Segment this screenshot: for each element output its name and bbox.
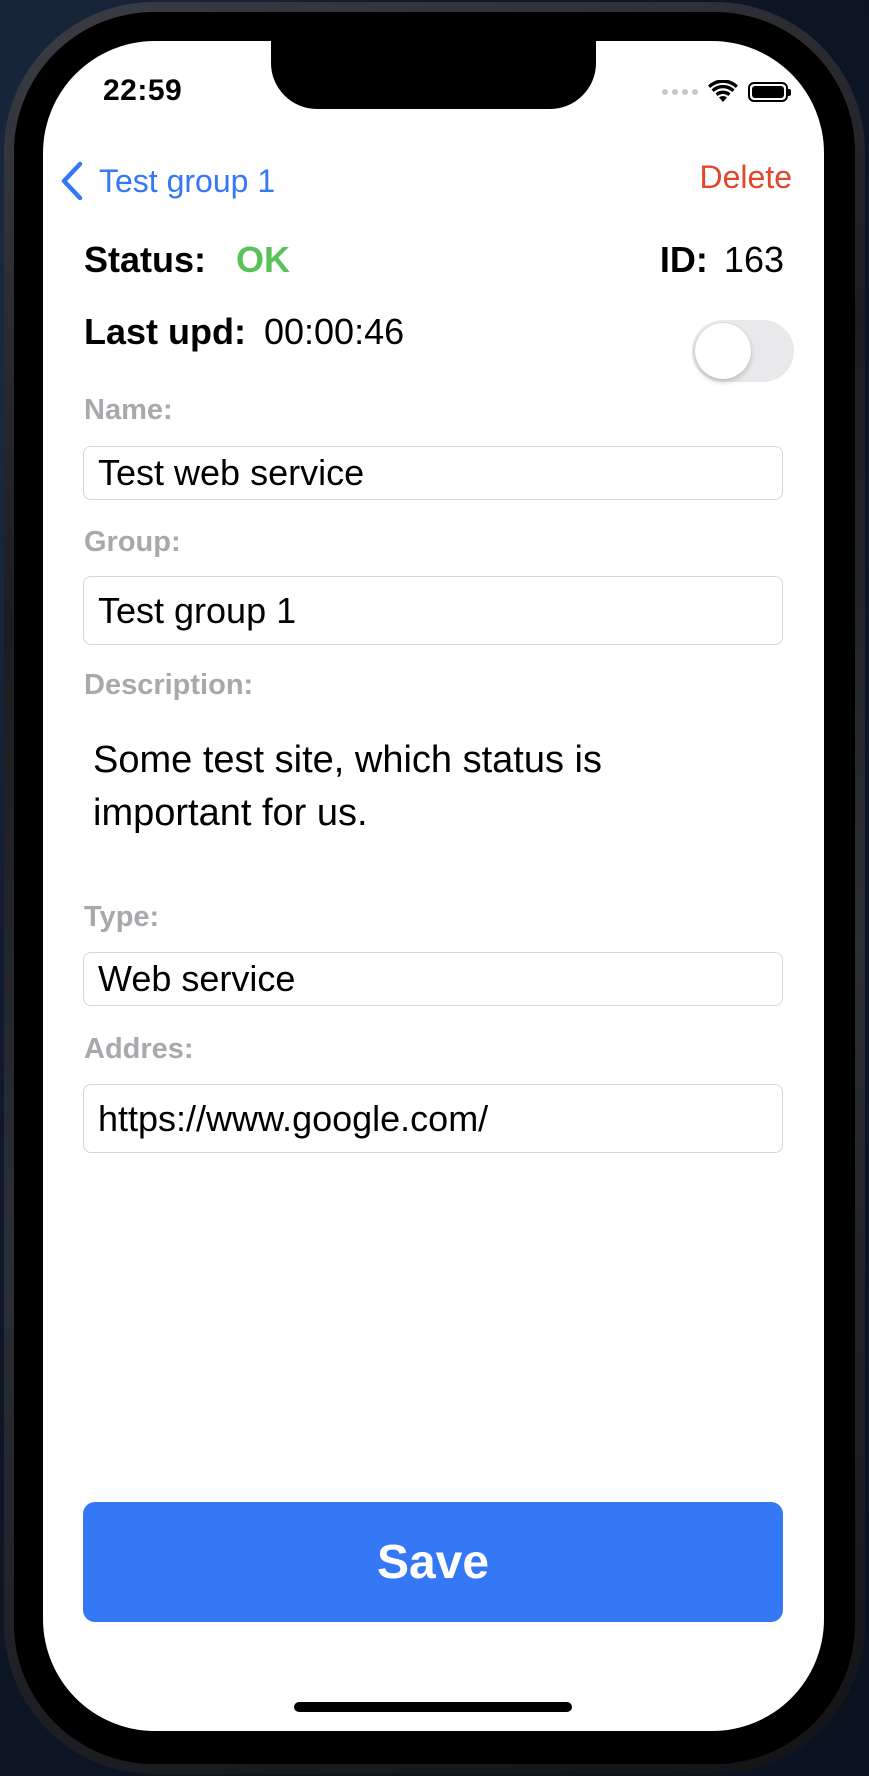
address-field[interactable]: https://www.google.com/ xyxy=(83,1084,783,1153)
app-screen: 22:59 Test group 1 Delete Status: OK ID:… xyxy=(43,41,824,1731)
save-button[interactable]: Save xyxy=(83,1502,783,1622)
type-label: Type: xyxy=(84,901,160,933)
description-label: Description: xyxy=(84,669,254,701)
last-update-label: Last upd: xyxy=(84,311,246,352)
back-button-label: Test group 1 xyxy=(99,162,276,199)
last-update-value: 00:00:46 xyxy=(263,311,405,352)
status-bar-icons xyxy=(662,79,791,105)
name-label: Name: xyxy=(84,394,173,426)
home-indicator[interactable] xyxy=(294,1702,572,1712)
cellular-signal-icon xyxy=(662,89,698,95)
status-bar-time: 22:59 xyxy=(103,74,183,107)
toggle-knob xyxy=(695,323,751,379)
group-label: Group: xyxy=(84,526,181,558)
camera-notch xyxy=(271,41,596,109)
wifi-icon xyxy=(708,80,738,102)
description-textarea[interactable]: Some test site, which status is importan… xyxy=(93,734,743,840)
battery-icon xyxy=(748,82,791,102)
monitoring-toggle[interactable] xyxy=(692,320,794,382)
delete-button[interactable]: Delete xyxy=(700,159,793,196)
status-row: Status: OK xyxy=(84,239,290,281)
status-value: OK xyxy=(236,239,291,280)
last-update-row: Last upd: 00:00:46 xyxy=(84,311,404,353)
group-field[interactable]: Test group 1 xyxy=(83,576,783,645)
name-field[interactable]: Test web service xyxy=(83,446,783,500)
back-button[interactable]: Test group 1 xyxy=(59,157,275,205)
address-label: Addres: xyxy=(84,1033,194,1065)
chevron-left-icon xyxy=(61,161,83,201)
id-row: ID: 163 xyxy=(660,239,784,281)
id-label: ID: xyxy=(659,239,708,280)
status-label: Status: xyxy=(84,239,207,280)
type-field[interactable]: Web service xyxy=(83,952,783,1006)
id-value: 163 xyxy=(723,239,784,280)
